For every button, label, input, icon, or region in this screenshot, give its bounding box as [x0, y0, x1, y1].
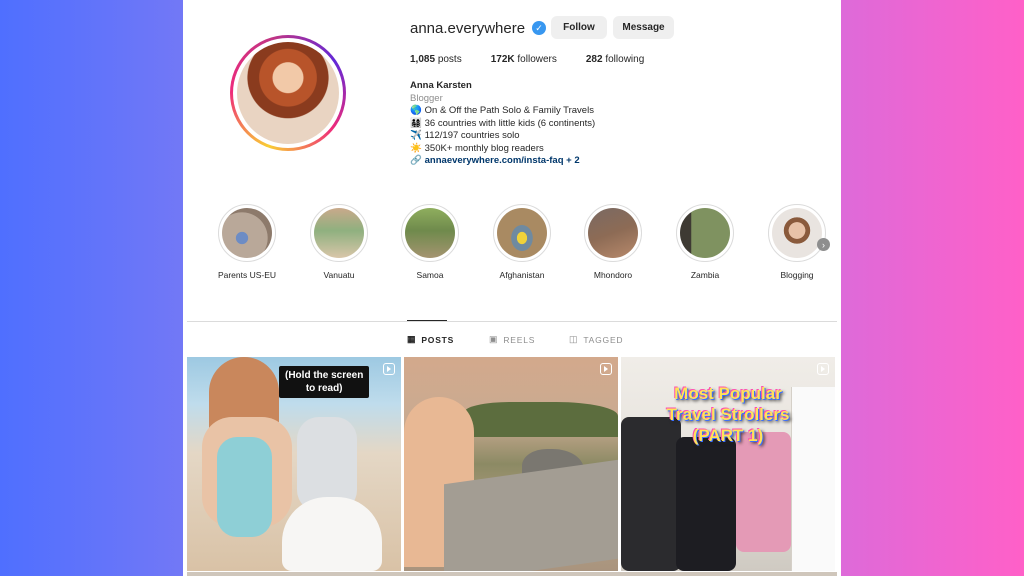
following-count[interactable]: 282 following: [586, 54, 644, 65]
highlight-vanuatu[interactable]: Vanuatu: [304, 204, 374, 280]
verified-badge-icon: ✓: [532, 21, 547, 35]
grid-icon: ▦: [407, 334, 417, 344]
stroller-shape: [676, 437, 736, 571]
highlight-cover: [405, 208, 455, 258]
post-tile[interactable]: Most Popular Travel Strollers (PART 1): [621, 357, 835, 571]
highlight-cover: [588, 208, 638, 258]
highlight-parents-us-eu[interactable]: Parents US-EU: [212, 204, 282, 280]
highlight-cover: [222, 208, 272, 258]
message-button[interactable]: Message: [613, 16, 674, 39]
highlight-cover: [497, 208, 547, 258]
trees-shape: [464, 402, 618, 437]
baby-shape: [217, 437, 272, 537]
post-tile[interactable]: [404, 357, 618, 571]
username-row: anna.everywhere ✓: [410, 16, 547, 40]
highlight-samoa[interactable]: Samoa: [395, 204, 465, 280]
profile-bio: Anna Karsten Blogger 🌎 On & Off the Path…: [410, 80, 595, 168]
tab-posts[interactable]: ▦ POSTS: [407, 334, 454, 345]
tabs-divider: [187, 321, 837, 322]
stroller-shape: [736, 432, 791, 552]
bio-line: 🌎 On & Off the Path Solo & Family Travel…: [410, 105, 594, 116]
profile-avatar-story-ring[interactable]: [230, 35, 346, 151]
family-icon: 👨‍👩‍👧‍👦: [410, 117, 422, 129]
reel-icon: [383, 363, 395, 375]
reel-icon: [817, 363, 829, 375]
bio-line: 👨‍👩‍👧‍👦 36 countries with little kids (6…: [410, 117, 596, 129]
followers-count[interactable]: 172K followers: [491, 54, 557, 65]
username: anna.everywhere: [410, 19, 526, 37]
bio-link-more[interactable]: + 2: [566, 155, 579, 166]
highlight-afghanistan[interactable]: Afghanistan: [487, 204, 557, 280]
profile-stats: 1,085 posts 172K followers 282 following: [410, 54, 673, 65]
globe-icon: 🌎: [410, 105, 422, 116]
post-caption-overlay: (Hold the screen to read): [279, 366, 370, 398]
dog-shape: [282, 497, 382, 571]
highlight-cover: [314, 208, 364, 258]
tagged-icon: ◫: [569, 334, 579, 344]
reel-icon: [600, 363, 612, 375]
post-tile[interactable]: (Hold the screen to read): [187, 357, 401, 571]
bio-link[interactable]: annaeverywhere.com/insta-faq: [425, 155, 564, 166]
next-row-peek: [187, 572, 837, 576]
bio-link-row: 🔗 annaeverywhere.com/insta-faq + 2: [410, 155, 595, 168]
post-caption-overlay: Most Popular Travel Strollers (PART 1): [666, 384, 790, 445]
avatar[interactable]: [237, 42, 339, 144]
sun-icon: ☀️: [410, 142, 422, 154]
bio-line: ✈️ 112/197 countries solo: [410, 130, 520, 141]
highlight-cover: [680, 208, 730, 258]
airplane-icon: ✈️: [410, 130, 422, 141]
reels-icon: ▣: [489, 334, 499, 344]
tab-reels[interactable]: ▣ REELS: [489, 334, 535, 345]
profile-category: Blogger: [410, 92, 443, 104]
profile-full-name: Anna Karsten: [410, 80, 472, 91]
profile-page: anna.everywhere ✓ Follow Message 1,085 p…: [183, 0, 841, 576]
bio-line: ☀️ 350K+ monthly blog readers: [410, 142, 544, 154]
link-icon: 🔗: [410, 155, 422, 166]
posts-count: 1,085 posts: [410, 54, 462, 65]
active-tab-indicator: [407, 320, 447, 321]
highlight-cover: [772, 208, 822, 258]
highlight-mhondoro[interactable]: Mhondoro: [578, 204, 648, 280]
tab-tagged[interactable]: ◫ TAGGED: [569, 334, 623, 345]
highlight-zambia[interactable]: Zambia: [670, 204, 740, 280]
follow-button[interactable]: Follow: [551, 16, 607, 39]
chevron-right-icon[interactable]: ›: [817, 238, 830, 251]
